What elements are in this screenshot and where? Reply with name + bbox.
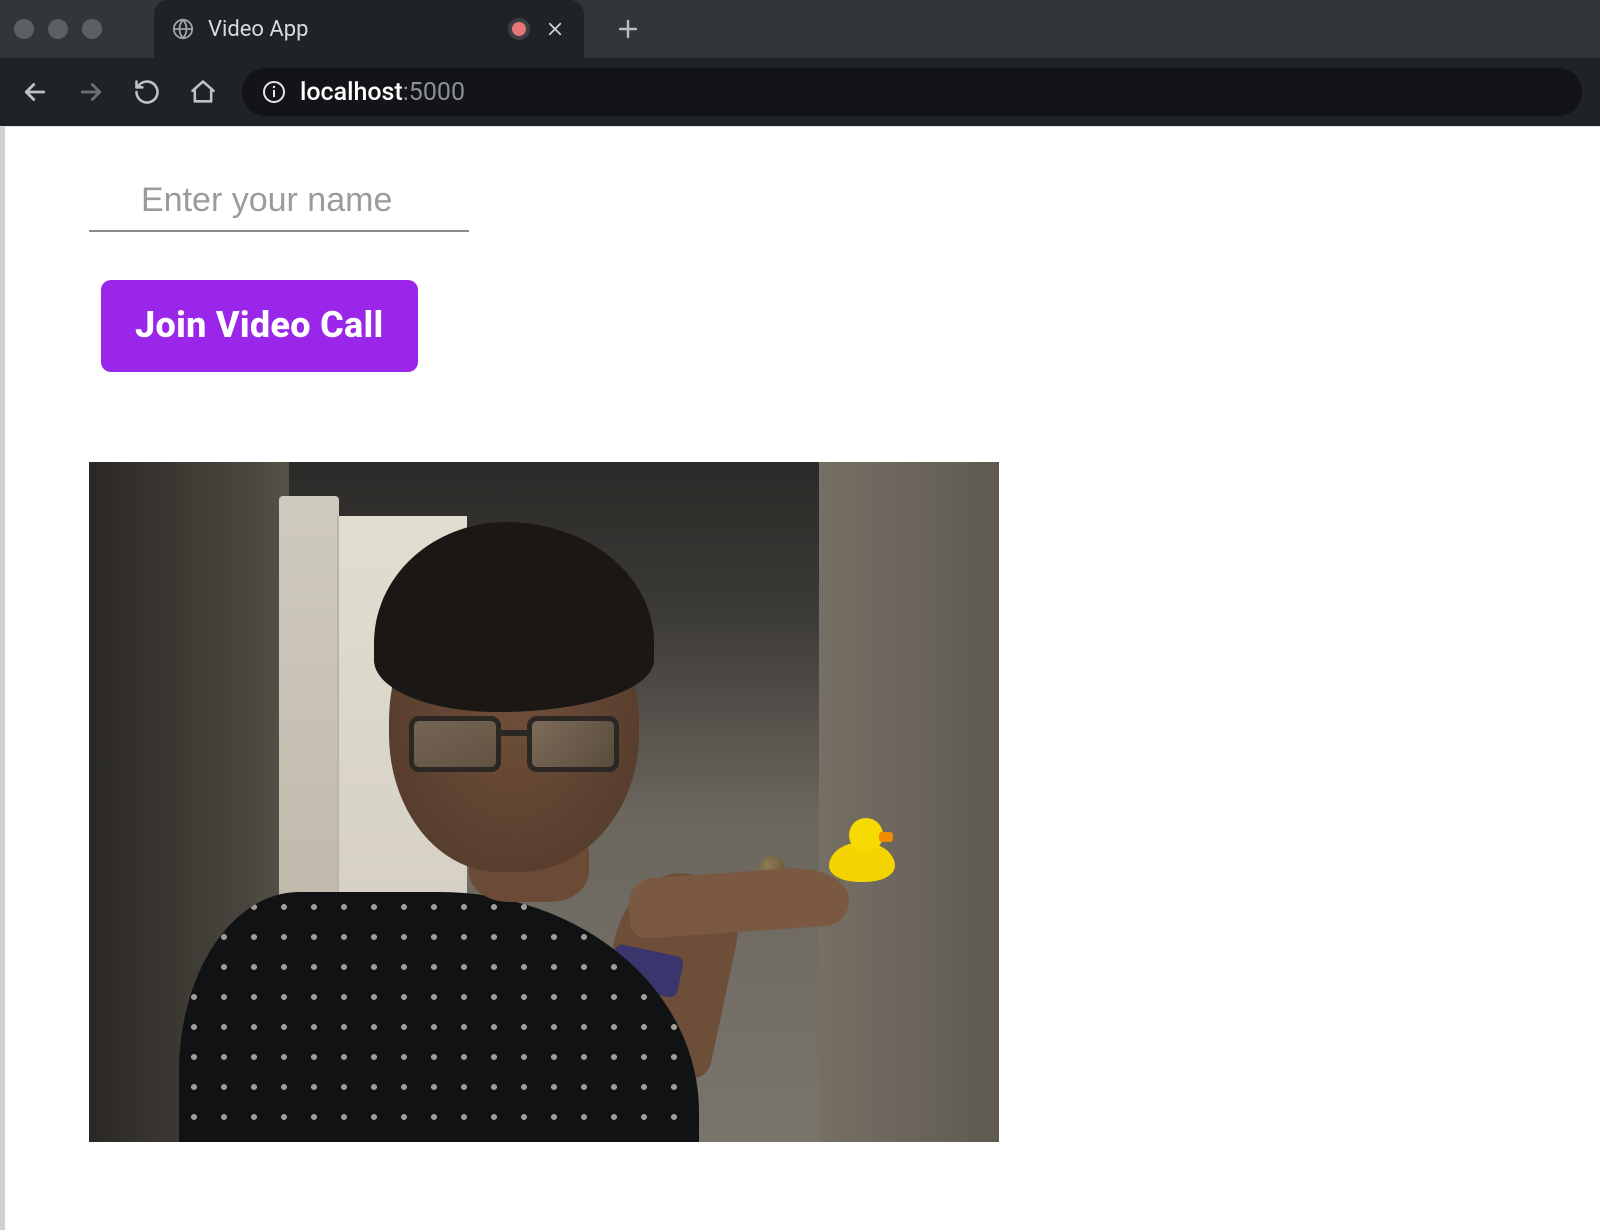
forward-button[interactable] — [74, 75, 108, 109]
window-minimize-dot[interactable] — [48, 19, 68, 39]
tab-active[interactable]: Video App — [154, 0, 584, 58]
back-button[interactable] — [18, 75, 52, 109]
site-info-icon[interactable] — [262, 80, 286, 104]
home-button[interactable] — [186, 75, 220, 109]
page-viewport: Join Video Call — [0, 126, 1600, 1230]
local-video-preview — [89, 462, 999, 1142]
name-row — [89, 175, 1540, 232]
window-controls — [14, 19, 102, 39]
recording-indicator-icon — [508, 18, 530, 40]
address-bar[interactable]: localhost:5000 — [242, 68, 1582, 116]
window-zoom-dot[interactable] — [82, 19, 102, 39]
browser-chrome: Video App — [0, 0, 1600, 126]
close-tab-button[interactable] — [544, 18, 566, 40]
join-row: Join Video Call — [101, 280, 1540, 372]
globe-icon — [172, 18, 194, 40]
window-close-dot[interactable] — [14, 19, 34, 39]
tab-title: Video App — [208, 17, 494, 42]
name-input[interactable] — [89, 175, 469, 232]
new-tab-button[interactable] — [612, 13, 644, 45]
tab-bar: Video App — [0, 0, 1600, 58]
url-port: :5000 — [403, 78, 465, 107]
rubber-duck-icon — [829, 822, 895, 882]
url-host: localhost — [300, 78, 403, 107]
reload-button[interactable] — [130, 75, 164, 109]
toolbar: localhost:5000 — [0, 58, 1600, 126]
join-video-call-button[interactable]: Join Video Call — [101, 280, 418, 372]
url-text: localhost:5000 — [300, 78, 465, 107]
